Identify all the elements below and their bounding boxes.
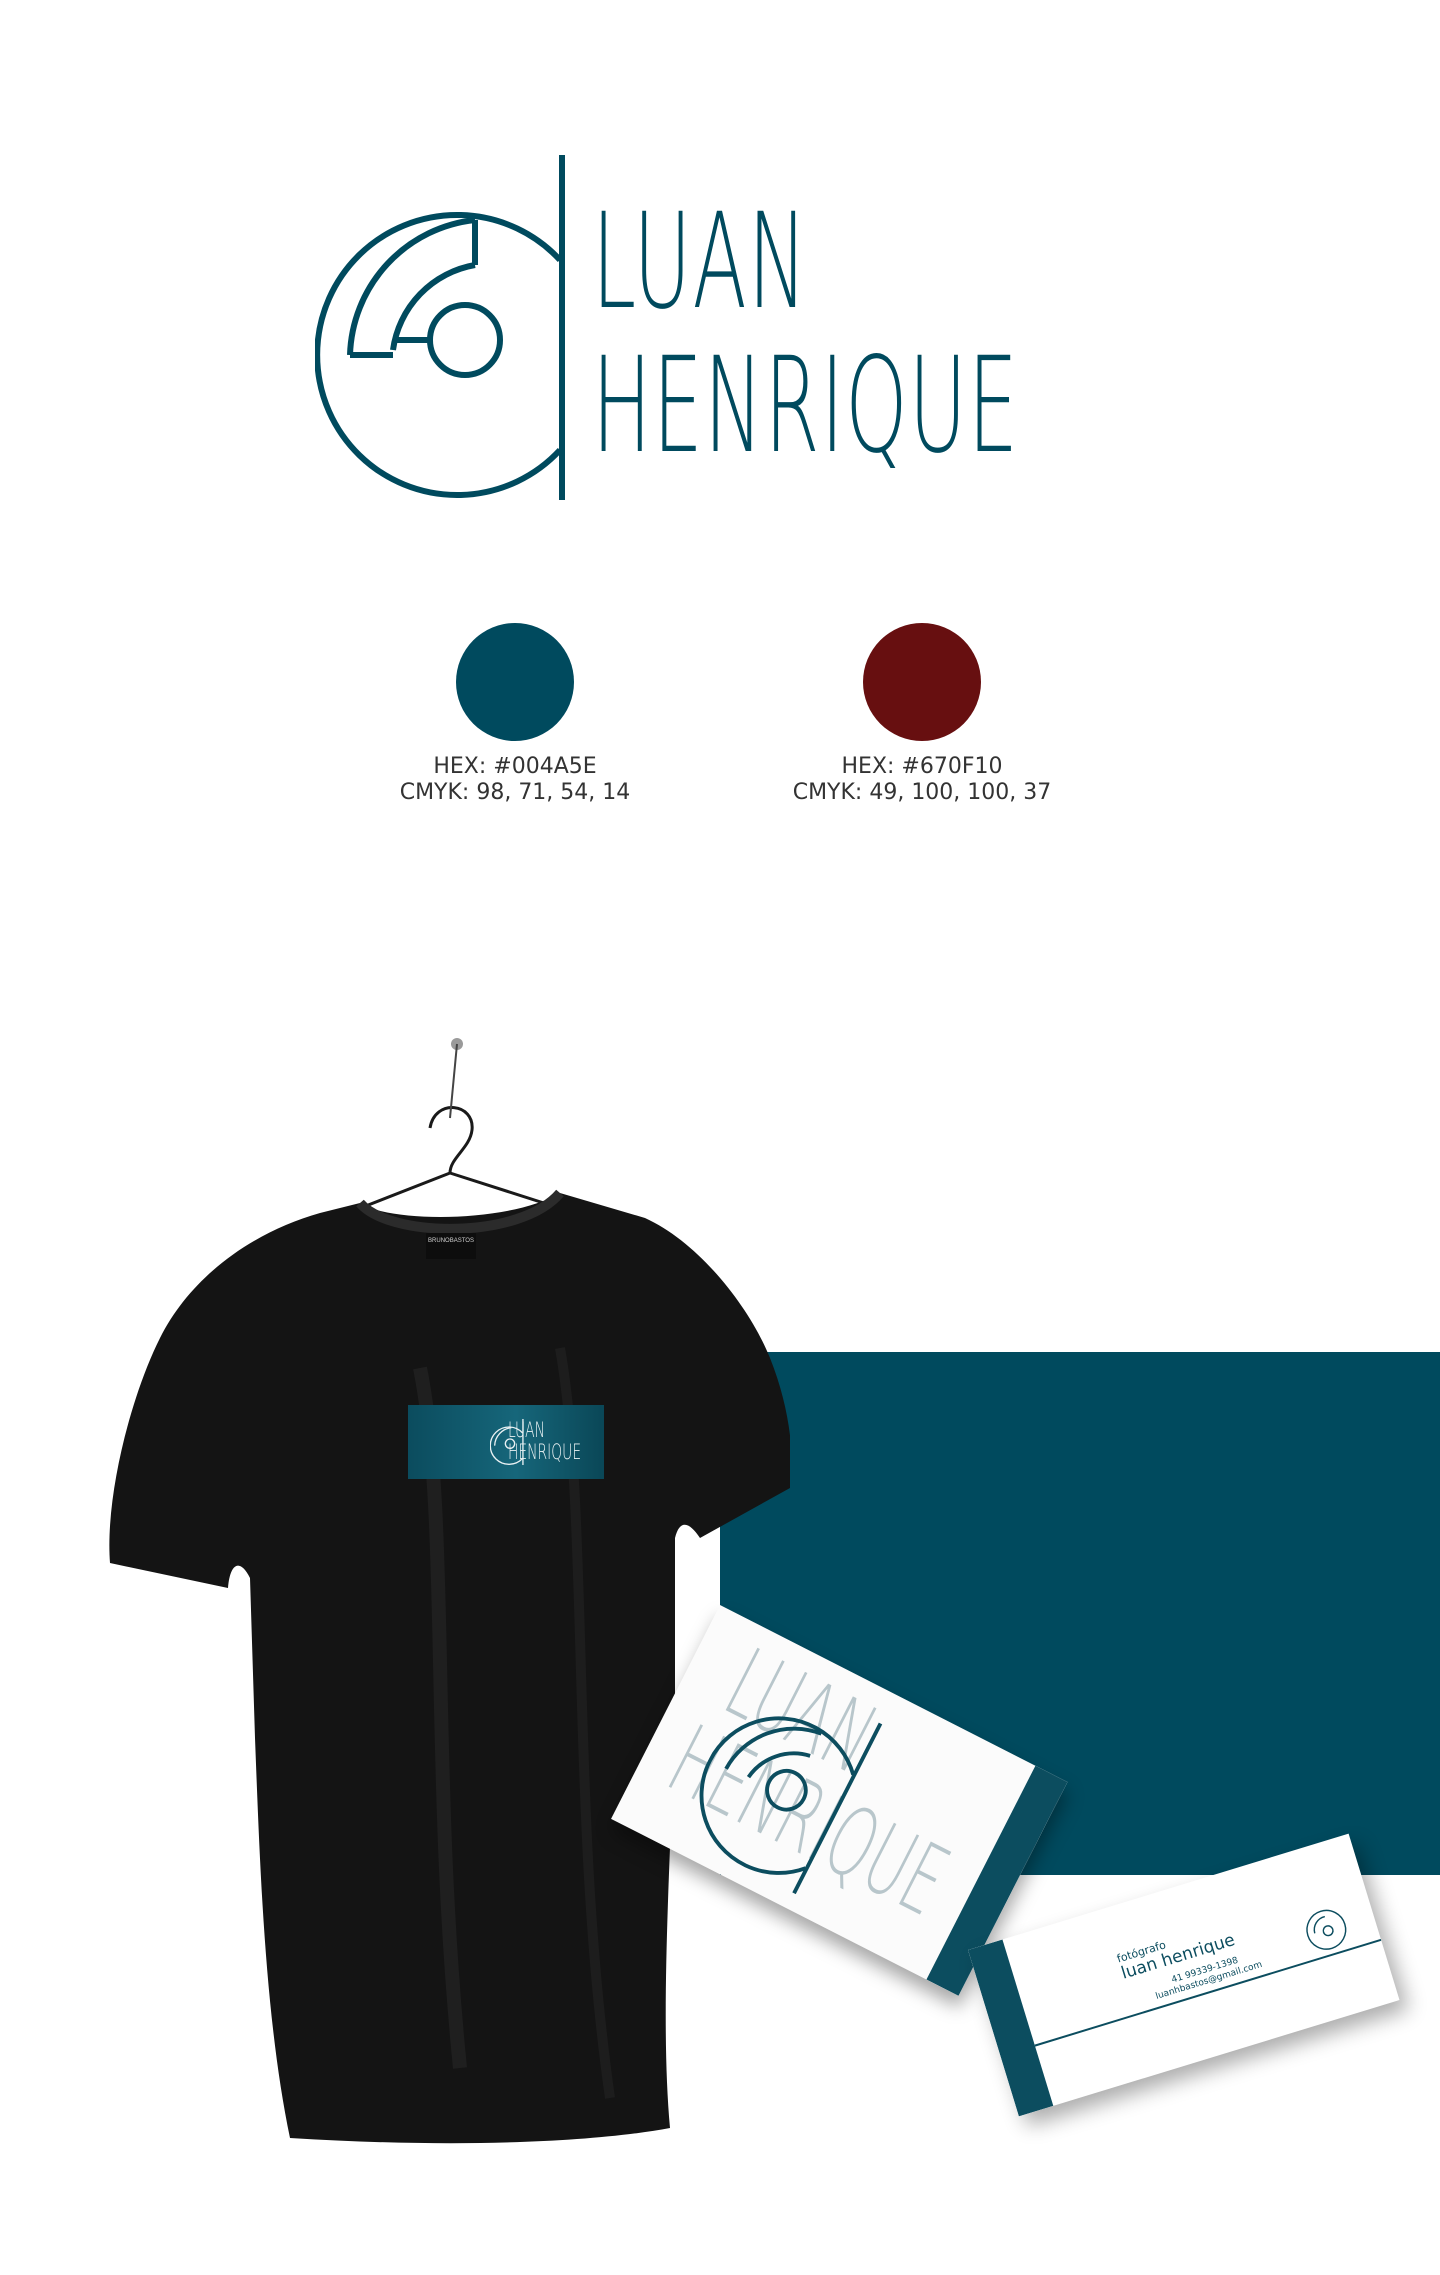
business-card-back: fotógrafo luan henrique 41 99339-1398 lu… [968,1833,1400,2117]
swatch-primary [456,623,574,741]
swatch-primary-hex: HEX: #004A5E [433,754,597,779]
logo-mark-icon [315,155,565,500]
shirt-neck-tag: BRUNOBASTOS [426,1233,476,1259]
chest-logo-line1: LUAN [508,1418,546,1442]
swatch-secondary [863,623,981,741]
shirt-chest-logo: LUAN HENRIQUE [408,1405,604,1479]
card-back-band [968,1939,1054,2117]
tshirt-mockup-icon [109,1038,790,2144]
logo-text-line2: HENRIQUE [592,329,1020,483]
swatch-secondary-cmyk: CMYK: 49, 100, 100, 37 [792,780,1052,805]
chest-logo-line2: HENRIQUE [508,1440,582,1464]
logo-text-line1: LUAN [592,185,809,339]
swatch-primary-cmyk: CMYK: 98, 71, 54, 14 [399,780,631,805]
swatch-secondary-hex: HEX: #670F10 [841,754,1003,779]
